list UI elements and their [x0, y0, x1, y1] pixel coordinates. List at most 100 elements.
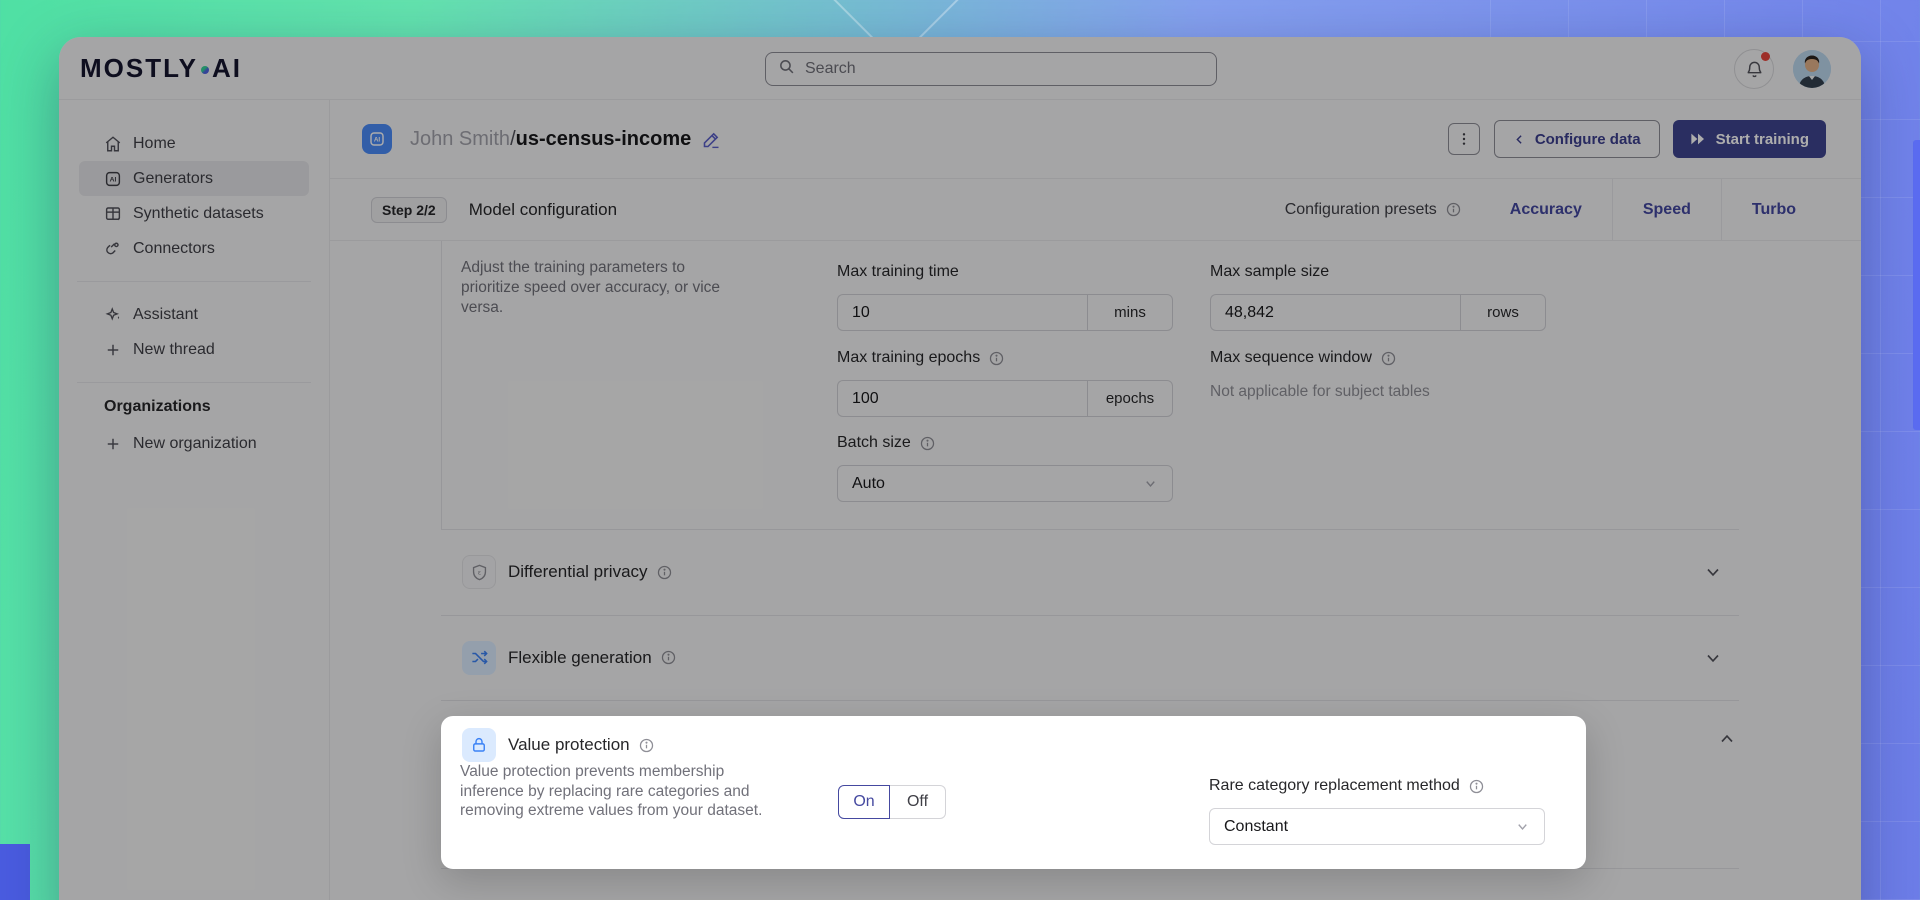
- sidebar-item-assistant[interactable]: Assistant: [79, 297, 309, 332]
- max-sample-size-input[interactable]: [1210, 294, 1460, 331]
- main-panel: AI John Smith/us-census-income Configure…: [330, 100, 1861, 900]
- value-protection-description: Value protection prevents membership inf…: [460, 762, 770, 821]
- kebab-menu-icon: [1456, 131, 1472, 147]
- expand-differential-privacy-button[interactable]: [1703, 562, 1723, 582]
- rare-category-method-select[interactable]: Constant: [1209, 808, 1545, 845]
- batch-size-label: Batch size: [837, 434, 936, 452]
- start-training-label: Start training: [1716, 131, 1809, 148]
- connectors-icon: [104, 240, 122, 258]
- owner-name: John Smith: [410, 128, 510, 151]
- svg-text:AI: AI: [110, 176, 117, 183]
- info-icon[interactable]: [656, 564, 673, 581]
- info-icon[interactable]: [1380, 350, 1397, 367]
- configure-data-label: Configure data: [1535, 131, 1641, 148]
- configure-data-button[interactable]: Configure data: [1494, 120, 1660, 158]
- chevron-down-icon: [1703, 562, 1723, 582]
- configuration-presets: Configuration presets Accuracy Speed Tur…: [1285, 179, 1826, 240]
- step-bar: Step 2/2 Model configuration Configurati…: [330, 179, 1861, 241]
- sidebar-label-home: Home: [133, 135, 176, 153]
- chevron-down-icon: [1143, 476, 1158, 491]
- max-training-time-unit: mins: [1087, 294, 1173, 331]
- training-parameters-description: Adjust the training parameters to priori…: [461, 258, 746, 318]
- sidebar-item-generators[interactable]: AI Generators: [79, 161, 309, 196]
- home-icon: [104, 135, 122, 153]
- pencil-icon: [701, 129, 722, 150]
- sidebar-item-new-organization[interactable]: New organization: [79, 426, 309, 461]
- training-parameters-section: Adjust the training parameters to priori…: [441, 241, 1739, 530]
- flexible-generation-title: Flexible generation: [508, 648, 677, 668]
- max-training-time-input[interactable]: [837, 294, 1087, 331]
- flexible-generation-section[interactable]: Flexible generation: [441, 615, 1739, 700]
- max-training-epochs-field: epochs: [837, 380, 1173, 417]
- preset-accuracy[interactable]: Accuracy: [1480, 179, 1612, 240]
- search-input[interactable]: [805, 60, 1204, 78]
- more-actions-button[interactable]: [1448, 123, 1480, 155]
- differential-privacy-section[interactable]: ε Differential privacy: [441, 529, 1739, 615]
- sidebar: Home AI Generators Synthetic datasets Co…: [59, 100, 330, 900]
- plus-icon: [104, 341, 122, 359]
- batch-size-value: Auto: [852, 475, 885, 493]
- lock-icon: [462, 728, 496, 762]
- notifications-button[interactable]: [1734, 49, 1774, 89]
- sidebar-item-home[interactable]: Home: [79, 126, 309, 161]
- plus-icon: [104, 435, 122, 453]
- synthetic-datasets-icon: [104, 205, 122, 223]
- max-sample-size-label: Max sample size: [1210, 263, 1329, 281]
- value-protection-title: Value protection: [508, 735, 655, 755]
- preset-turbo[interactable]: Turbo: [1722, 179, 1826, 240]
- max-training-time-field: mins: [837, 294, 1173, 331]
- preset-speed[interactable]: Speed: [1613, 179, 1721, 240]
- avatar-image: [1793, 50, 1831, 88]
- rare-category-method-value: Constant: [1224, 818, 1288, 836]
- start-training-button[interactable]: Start training: [1673, 120, 1826, 158]
- sidebar-label-new-organization: New organization: [133, 435, 257, 453]
- generators-icon: AI: [104, 170, 122, 188]
- collapse-value-protection-button[interactable]: [1717, 729, 1737, 754]
- rare-category-method-label: Rare category replacement method: [1209, 777, 1485, 795]
- user-avatar[interactable]: [1793, 50, 1831, 88]
- app-window: MOSTLY AI: [59, 37, 1861, 900]
- edit-name-button[interactable]: [701, 129, 722, 150]
- max-sequence-window-note: Not applicable for subject tables: [1210, 383, 1430, 401]
- mostly-ai-logo[interactable]: MOSTLY AI: [80, 53, 242, 84]
- expand-flexible-generation-button[interactable]: [1703, 648, 1723, 668]
- sidebar-label-new-thread: New thread: [133, 341, 215, 359]
- chevron-up-icon: [1717, 729, 1737, 749]
- presets-label: Configuration presets: [1285, 201, 1437, 219]
- info-icon[interactable]: [1468, 778, 1485, 795]
- max-training-epochs-input[interactable]: [837, 380, 1087, 417]
- value-protection-toggle: On Off: [838, 785, 946, 819]
- max-sample-size-field: rows: [1210, 294, 1546, 331]
- sidebar-label-synthetic-datasets: Synthetic datasets: [133, 205, 264, 223]
- logo-text-right: AI: [212, 53, 242, 84]
- assistant-icon: [104, 306, 122, 324]
- info-icon[interactable]: [638, 737, 655, 754]
- max-training-epochs-label: Max training epochs: [837, 349, 1005, 367]
- max-training-time-label: Max training time: [837, 263, 959, 281]
- background-edge-bar-decor: [1913, 140, 1920, 430]
- sidebar-label-generators: Generators: [133, 170, 213, 188]
- differential-privacy-title: Differential privacy: [508, 562, 673, 582]
- info-icon[interactable]: [660, 649, 677, 666]
- search-box[interactable]: [765, 52, 1217, 86]
- sidebar-item-connectors[interactable]: Connectors: [79, 231, 309, 266]
- toggle-off-button[interactable]: Off: [890, 785, 946, 819]
- generator-type-icon: AI: [362, 124, 392, 154]
- toggle-on-button[interactable]: On: [838, 785, 890, 819]
- max-training-epochs-unit: epochs: [1087, 380, 1173, 417]
- section-divider: [441, 700, 1739, 701]
- chevron-down-icon: [1703, 648, 1723, 668]
- logo-text-left: MOSTLY: [80, 53, 198, 84]
- info-icon[interactable]: [1445, 201, 1462, 218]
- sidebar-item-new-thread[interactable]: New thread: [79, 332, 309, 367]
- sidebar-item-synthetic-datasets[interactable]: Synthetic datasets: [79, 196, 309, 231]
- bell-icon: [1745, 60, 1764, 79]
- max-sample-size-unit: rows: [1460, 294, 1546, 331]
- batch-size-select[interactable]: Auto: [837, 465, 1173, 502]
- breadcrumb: John Smith/us-census-income: [410, 128, 691, 151]
- info-icon[interactable]: [988, 350, 1005, 367]
- info-icon[interactable]: [919, 435, 936, 452]
- notification-badge: [1761, 52, 1770, 61]
- background-corner-decor: [0, 844, 30, 900]
- sidebar-label-assistant: Assistant: [133, 306, 198, 324]
